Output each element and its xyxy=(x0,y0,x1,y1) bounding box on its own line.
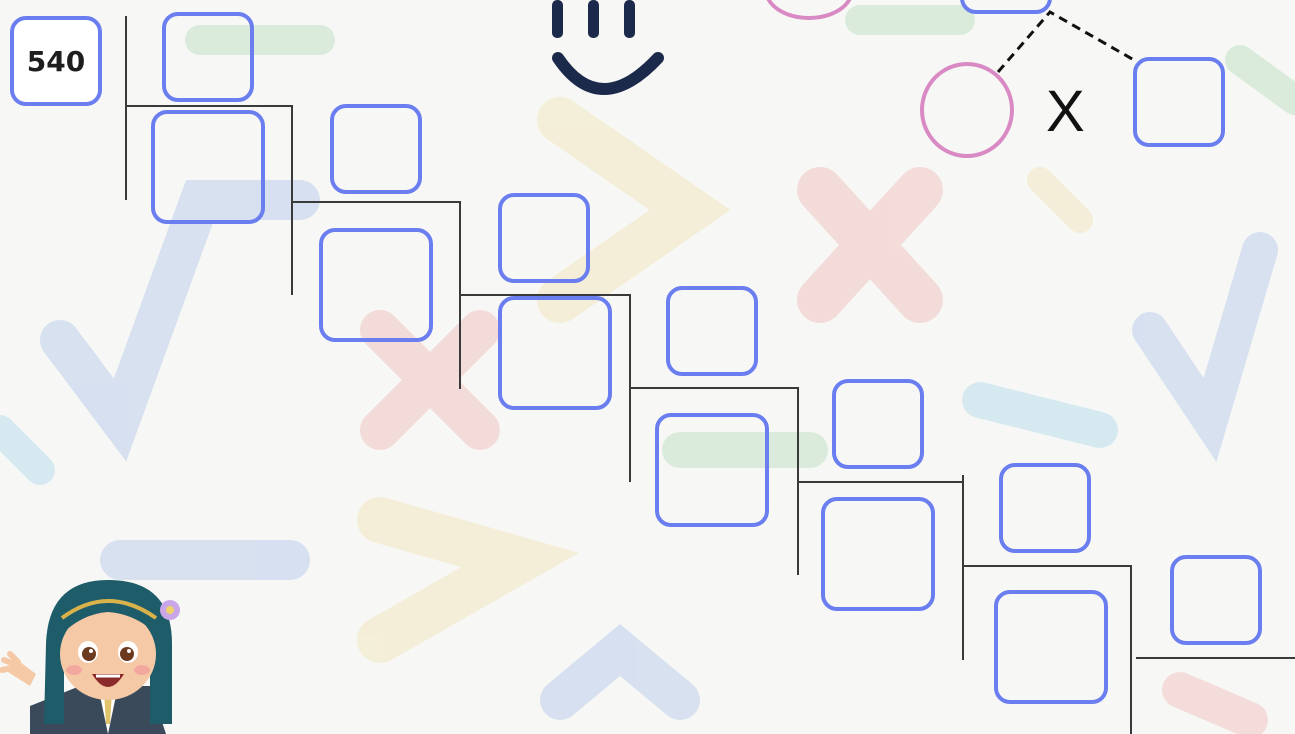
quotient-box-5[interactable] xyxy=(821,497,935,611)
division-line-horizontal-2 xyxy=(291,201,461,203)
quotient-box-1[interactable] xyxy=(151,110,265,224)
division-line-horizontal-1 xyxy=(125,105,293,107)
divisor-box-6[interactable] xyxy=(999,463,1091,553)
division-line-vertical-7 xyxy=(1130,565,1132,734)
division-line-horizontal-7 xyxy=(1136,657,1295,659)
start-number: 540 xyxy=(26,44,86,78)
divisor-box-1[interactable] xyxy=(162,12,254,102)
factor-tree-circle[interactable] xyxy=(920,62,1014,158)
smile-logo-icon xyxy=(552,0,664,95)
division-line-vertical-1 xyxy=(125,16,127,200)
divisor-box-3[interactable] xyxy=(498,193,590,283)
quotient-box-4[interactable] xyxy=(655,413,769,527)
division-line-horizontal-6 xyxy=(962,565,1132,567)
division-line-vertical-6 xyxy=(962,475,964,660)
quotient-box-6[interactable] xyxy=(994,590,1108,704)
division-line-vertical-2 xyxy=(291,105,293,295)
division-line-horizontal-5 xyxy=(797,481,964,483)
divisor-box-5[interactable] xyxy=(832,379,924,469)
divisor-box-4[interactable] xyxy=(666,286,758,376)
divisor-box-7[interactable] xyxy=(1170,555,1262,645)
divisor-box-2[interactable] xyxy=(330,104,422,194)
waving-girl-mascot xyxy=(0,580,180,734)
factor-tree-top-box[interactable] xyxy=(960,0,1052,14)
factor-tree-box[interactable] xyxy=(1133,57,1225,147)
times-symbol: X xyxy=(1046,79,1085,144)
start-number-box: 540 xyxy=(10,16,102,106)
quotient-box-3[interactable] xyxy=(498,296,612,410)
quotient-box-2[interactable] xyxy=(319,228,433,342)
division-line-horizontal-4 xyxy=(629,387,799,389)
